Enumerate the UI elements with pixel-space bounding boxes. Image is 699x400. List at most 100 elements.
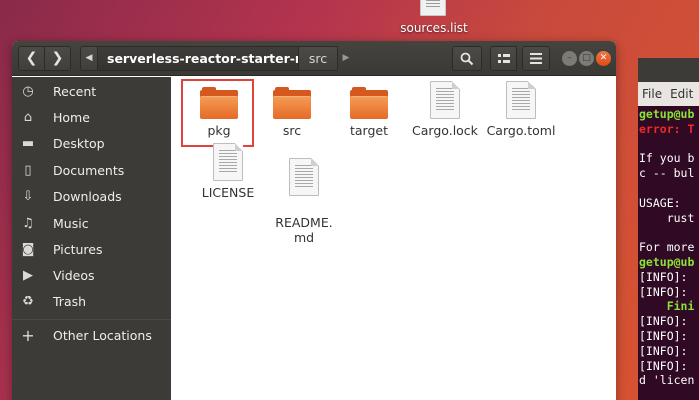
sidebar-item-label: Other Locations [53,328,152,343]
plus-icon: + [21,326,35,345]
maximize-icon: □ [582,53,591,63]
terminal-line: Fini [639,299,695,314]
hamburger-icon [530,53,542,64]
sidebar-item-videos[interactable]: ▶ Videos [12,263,171,289]
item-label: src [282,123,302,138]
hamburger-menu-button[interactable] [522,46,550,71]
item-label: target [349,123,388,138]
sidebar-item-pictures[interactable]: ◙ Pictures [12,237,171,263]
terminal-line: [INFO]: [639,358,695,373]
camera-icon: ◙ [21,242,35,257]
sidebar-item-label: Downloads [53,189,122,204]
folder-icon [273,87,311,119]
terminal-line: d 'licen [639,373,695,388]
sidebar-item-label: Videos [53,268,95,283]
minimize-icon: – [567,53,572,63]
sidebar-item-desktop[interactable]: ▬ Desktop [12,131,171,157]
folder-item-target[interactable]: target [332,87,406,138]
item-label: LICENSE [201,185,255,200]
music-icon: ♫ [22,216,34,231]
item-label: README. md [275,215,333,245]
desktop-file-sources-list[interactable]: sources.list [398,0,470,40]
trash-icon: ♻ [22,294,34,309]
path-segment-current[interactable]: serverless-reactor-starter-main [97,46,330,71]
header-bar[interactable]: ❮ ❯ ◀ serverless-reactor-starter-main sr… [12,41,616,76]
close-icon: ✕ [599,53,608,63]
terminal-menu-file[interactable]: File [642,87,662,101]
sidebar-item-label: Music [53,216,89,231]
terminal-line: [INFO]: [639,343,695,358]
back-button[interactable]: ❮ [18,46,45,71]
path-bar: ◀ serverless-reactor-starter-main src ▶ [80,46,360,71]
sidebar-item-label: Pictures [53,242,103,257]
sidebar-item-trash[interactable]: ♻ Trash [12,289,171,315]
sidebar-item-label: Documents [53,163,125,178]
folder-item-pkg[interactable]: pkg [182,87,256,138]
file-item-cargo-lock[interactable]: Cargo.lock [408,81,482,138]
sidebar-item-label: Desktop [53,136,105,151]
sidebar-item-music[interactable]: ♫ Music [12,211,171,237]
path-scroll-right-button[interactable]: ▶ [337,46,355,71]
path-scroll-left-button[interactable]: ◀ [80,46,98,71]
document-icon: ▯ [24,163,32,178]
folder-icon [350,87,388,119]
text-file-icon [289,158,319,196]
chevron-right-icon: ❯ [51,50,64,66]
sidebar-separator [12,319,171,320]
sidebar-item-label: Trash [53,294,87,309]
sidebar-item-documents[interactable]: ▯ Documents [12,158,171,184]
terminal-line: error: T [639,121,695,136]
item-label: pkg [207,123,231,138]
file-item-readme[interactable]: README. md [267,143,341,260]
chevron-left-icon: ❮ [25,50,38,66]
search-button[interactable] [452,46,482,71]
minimize-button[interactable]: – [562,51,577,66]
text-file-icon [430,81,460,119]
item-label: Cargo.lock [412,123,478,138]
sidebar-item-recent[interactable]: ◷ Recent [12,79,171,105]
triangle-right-icon: ▶ [342,53,350,63]
terminal-line: [INFO]: [639,328,695,343]
sidebar-item-other-locations[interactable]: + Other Locations [12,323,171,349]
terminal-titlebar[interactable] [638,58,699,82]
view-toggle-button[interactable] [490,46,517,71]
triangle-left-icon: ◀ [85,53,93,63]
path-segment-child[interactable]: src [298,46,338,71]
close-button[interactable]: ✕ [596,51,611,66]
sidebar-item-label: Recent [53,84,97,99]
file-item-cargo-toml[interactable]: Cargo.toml [484,81,558,138]
search-icon [460,52,474,66]
terminal-output[interactable]: getup@ub error: T If you b c -- bul USAG… [638,106,699,388]
file-manager-window[interactable]: ❮ ❯ ◀ serverless-reactor-starter-main sr… [12,41,616,400]
terminal-line: [INFO]: [639,284,695,299]
places-sidebar: ◷ Recent ⌂ Home ▬ Desktop ▯ Documents ⇩ … [12,77,171,400]
terminal-line: c -- bul [639,166,695,181]
sidebar-item-label: Home [53,110,90,125]
terminal-line: USAGE: [639,195,681,210]
terminal-menu-edit[interactable]: Edit [670,87,693,101]
sidebar-item-home[interactable]: ⌂ Home [12,105,171,131]
terminal-line: rust [639,210,695,225]
terminal-line: If you b [639,151,695,166]
terminal-window[interactable]: File Edit getup@ub error: T If you b c --… [638,58,699,400]
text-file-icon [506,81,536,119]
terminal-line: [INFO]: [639,269,695,284]
home-icon: ⌂ [23,110,33,125]
sidebar-item-downloads[interactable]: ⇩ Downloads [12,184,171,210]
download-icon: ⇩ [22,189,34,204]
file-item-license[interactable]: LICENSE [191,143,265,200]
file-view[interactable]: pkg src target Cargo.lock Cargo.toml LIC… [172,77,616,400]
desktop-file-label: sources.list [400,21,468,35]
folder-icon: ▬ [21,136,35,151]
terminal-line: getup@ub [639,107,695,121]
text-file-icon [213,143,243,181]
list-view-icon [497,54,510,63]
item-label: Cargo.toml [486,123,556,138]
terminal-menubar: File Edit [638,82,699,106]
terminal-line: getup@ub [639,254,695,269]
terminal-line: For more [639,240,695,255]
clock-icon: ◷ [22,84,34,99]
maximize-button[interactable]: □ [579,51,594,66]
forward-button[interactable]: ❯ [44,46,71,71]
folder-item-src[interactable]: src [255,87,329,138]
